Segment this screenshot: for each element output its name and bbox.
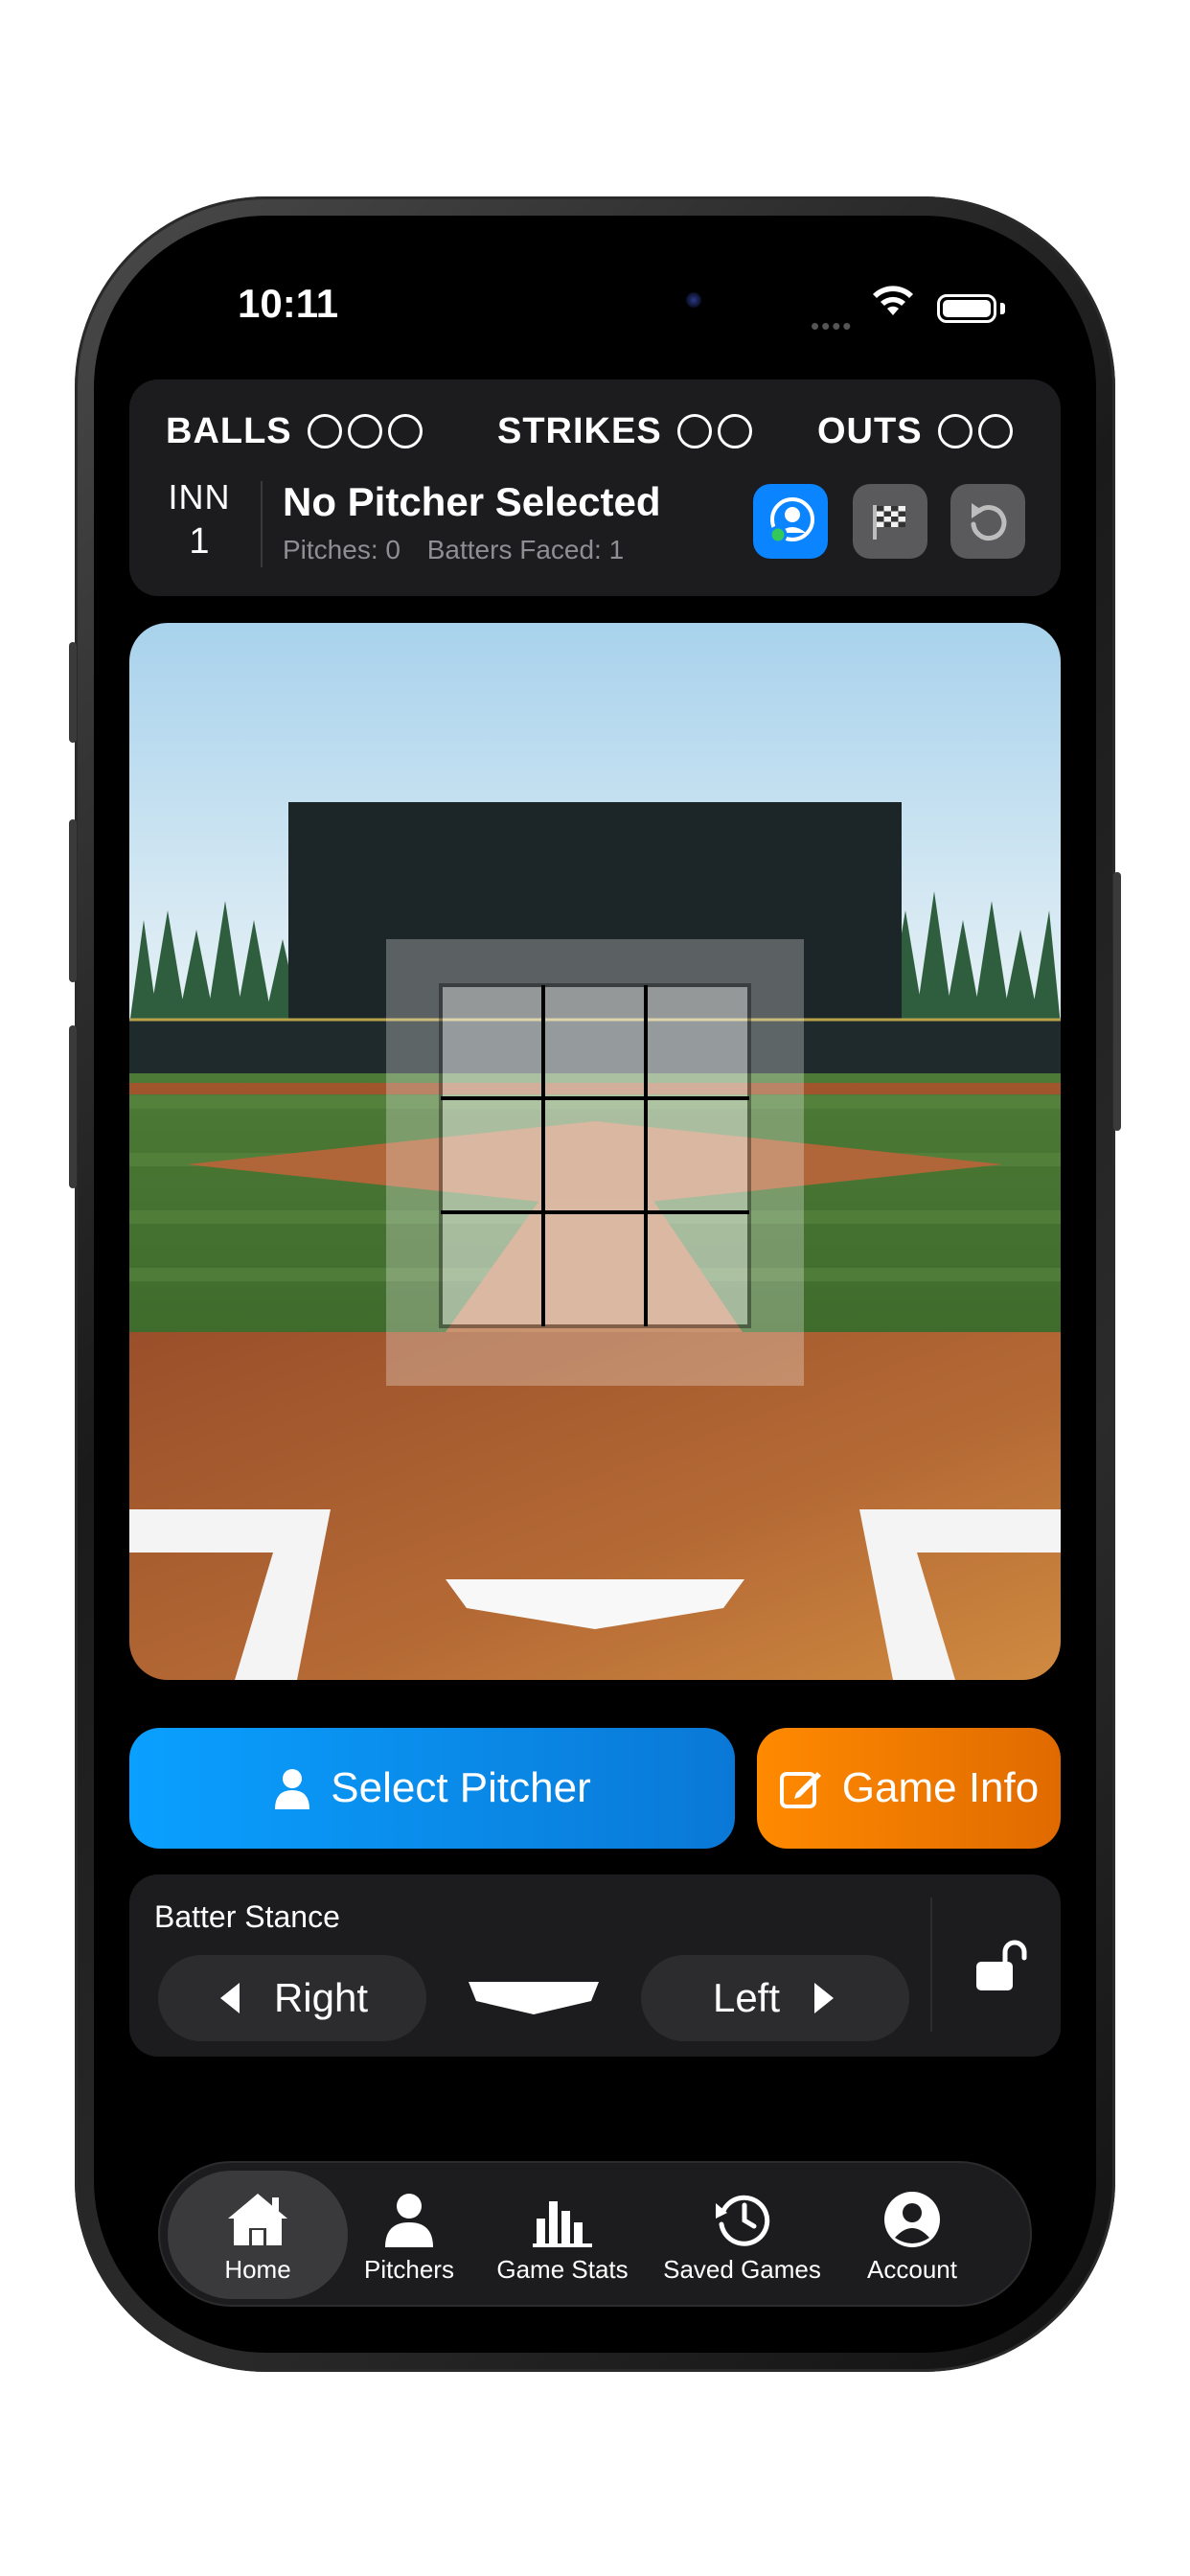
tab-bar: Home Pitchers Game Stats Saved Games Acc… bbox=[158, 2161, 1032, 2307]
outs-label: OUTS bbox=[817, 410, 923, 451]
stance-right-button[interactable]: Right bbox=[158, 1955, 426, 2041]
wifi-icon bbox=[873, 286, 913, 315]
ball-indicator bbox=[307, 414, 342, 448]
tab-account[interactable]: Account bbox=[840, 2171, 984, 2299]
pitcher-name: No Pitcher Selected bbox=[283, 479, 661, 524]
count-row: BALLS STRIKES OUTS bbox=[129, 402, 1061, 460]
tab-saved-games[interactable]: Saved Games bbox=[653, 2171, 831, 2299]
stance-left-button[interactable]: Left bbox=[641, 1955, 909, 2041]
undo-icon bbox=[971, 503, 1007, 541]
scoreboard: BALLS STRIKES OUTS INN 1 No Pitcher Sele… bbox=[129, 380, 1061, 596]
out-indicator bbox=[977, 414, 1013, 448]
tab-pitchers-label: Pitchers bbox=[364, 2254, 454, 2284]
tab-home[interactable]: Home bbox=[168, 2171, 348, 2299]
tab-saved-games-label: Saved Games bbox=[663, 2254, 821, 2284]
end-game-button[interactable] bbox=[853, 484, 927, 559]
game-info-button[interactable]: Game Info bbox=[757, 1728, 1061, 1849]
checkered-flag-icon bbox=[873, 505, 905, 540]
strike-indicator bbox=[676, 414, 712, 448]
edit-icon bbox=[779, 1766, 823, 1810]
ball-indicator bbox=[347, 414, 382, 448]
game-info-label: Game Info bbox=[841, 1764, 1040, 1811]
out-indicator bbox=[937, 414, 973, 448]
outs-group: OUTS bbox=[817, 402, 1013, 460]
power-button bbox=[1113, 872, 1121, 1131]
divider bbox=[261, 481, 263, 567]
balls-label: BALLS bbox=[166, 410, 292, 451]
chevron-right-icon bbox=[814, 1983, 835, 2013]
strike-indicator bbox=[717, 414, 752, 448]
unlock-icon[interactable] bbox=[973, 1937, 1030, 1994]
history-clock-icon bbox=[712, 2186, 773, 2249]
select-pitcher-button[interactable]: Select Pitcher bbox=[129, 1728, 735, 1849]
inning-label: INN bbox=[168, 477, 231, 517]
undo-button[interactable] bbox=[950, 484, 1025, 559]
volume-up-button bbox=[69, 819, 77, 982]
balls-group: BALLS bbox=[166, 402, 423, 460]
tab-game-stats[interactable]: Game Stats bbox=[486, 2171, 639, 2299]
house-icon bbox=[224, 2186, 291, 2249]
select-pitcher-label: Select Pitcher bbox=[331, 1764, 591, 1811]
stance-right-label: Right bbox=[273, 1975, 369, 2020]
chevron-left-icon bbox=[219, 1983, 240, 2013]
home-plate-icon bbox=[469, 1982, 599, 2014]
bar-chart-icon bbox=[531, 2186, 594, 2249]
tab-home-label: Home bbox=[224, 2254, 291, 2284]
strikes-label: STRIKES bbox=[497, 410, 662, 451]
app-screen: 10:11 •••• BALLS STRIKES OUTS INN 1 No P… bbox=[94, 216, 1096, 2353]
front-camera bbox=[686, 292, 701, 308]
inning-value: 1 bbox=[189, 521, 210, 562]
pitch-location-field[interactable] bbox=[129, 623, 1061, 1680]
pitcher-status-button[interactable] bbox=[753, 484, 828, 559]
volume-down-button bbox=[69, 1025, 77, 1188]
batter-stance-panel: Batter Stance Right Left bbox=[129, 1874, 1061, 2057]
pitcher-status-icon bbox=[768, 497, 814, 544]
battery-cap bbox=[1000, 303, 1005, 314]
pitch-count: Pitches: 0 bbox=[283, 535, 400, 564]
cellular-signal-icon: •••• bbox=[811, 311, 854, 340]
action-button bbox=[69, 642, 77, 743]
account-circle-icon bbox=[882, 2186, 942, 2249]
tab-account-label: Account bbox=[867, 2254, 957, 2284]
battery-icon bbox=[937, 294, 996, 323]
tab-game-stats-label: Game Stats bbox=[496, 2254, 629, 2284]
person-icon bbox=[273, 1767, 311, 1809]
inning-display: INN 1 bbox=[156, 477, 242, 563]
strike-zone-grid[interactable] bbox=[439, 983, 751, 1328]
tab-pitchers[interactable]: Pitchers bbox=[352, 2171, 467, 2299]
strikes-group: STRIKES bbox=[497, 402, 752, 460]
batter-stance-title: Batter Stance bbox=[154, 1899, 340, 1934]
ball-indicator bbox=[387, 414, 423, 448]
person-icon bbox=[383, 2186, 435, 2249]
field-illustration bbox=[129, 623, 1061, 1680]
status-time: 10:11 bbox=[238, 281, 339, 326]
pitcher-stats: Pitches: 0 Batters Faced: 1 bbox=[283, 535, 643, 565]
stance-left-label: Left bbox=[712, 1975, 781, 2020]
divider bbox=[930, 1898, 932, 2032]
batters-faced: Batters Faced: 1 bbox=[426, 535, 625, 564]
